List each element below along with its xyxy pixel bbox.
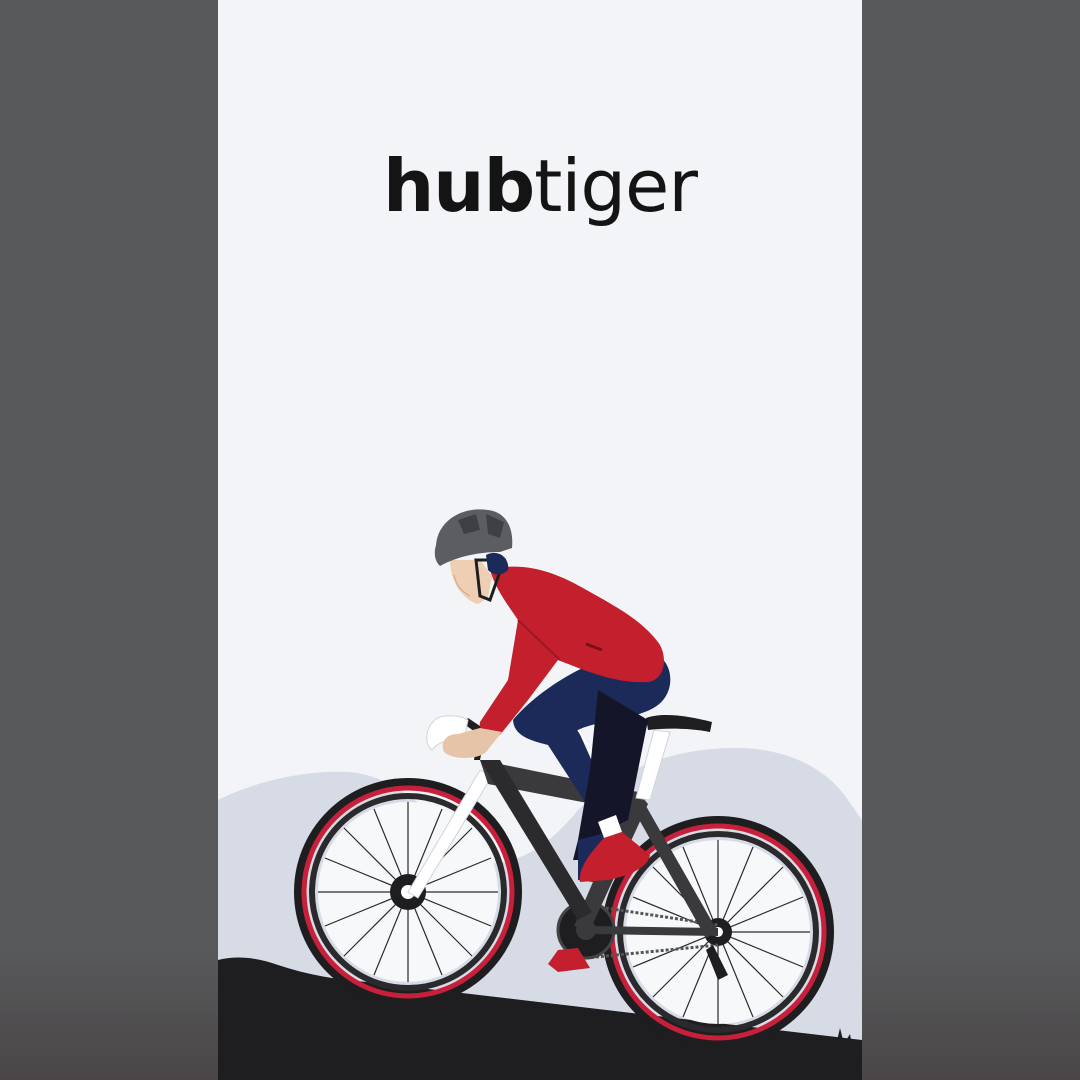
screen: hubtiger [0,0,1080,1080]
splash-screen: hubtiger [218,0,862,1080]
cyclist-illustration-icon [218,509,862,1080]
